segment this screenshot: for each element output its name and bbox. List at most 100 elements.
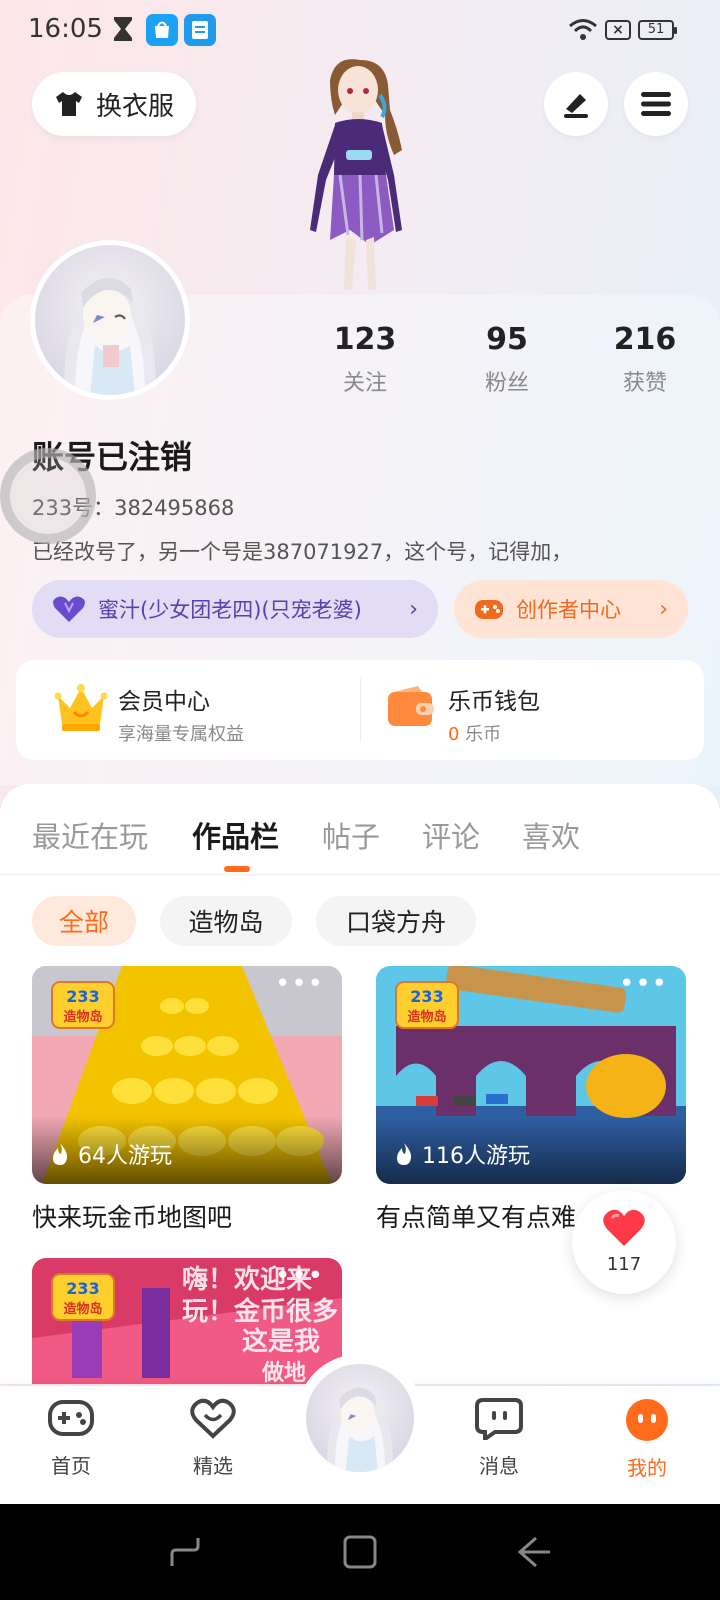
nav-messages-label: 消息 (479, 1454, 519, 1478)
stat-likes-value: 216 (613, 322, 677, 357)
menu-button[interactable] (624, 72, 688, 136)
member-center-title: 会员中心 (118, 689, 210, 715)
work-thumbnail[interactable]: 233 造物岛 ••• 116人游玩 (376, 966, 686, 1184)
chip-all[interactable]: 全部 (32, 896, 136, 946)
flame-icon (397, 1143, 412, 1165)
badge-line2: 造物岛 (407, 1009, 446, 1025)
work-title: 快来玩金币地图吧 (32, 1203, 233, 1232)
stat-likes[interactable]: 216 获赞 (590, 322, 700, 397)
chevron-right-icon: › (409, 596, 418, 622)
group-pill-label: 蜜汁(少女团老四)(只宠老婆) (98, 598, 362, 622)
heart-outline-icon (190, 1398, 236, 1439)
home-system-icon[interactable] (342, 1534, 378, 1570)
stat-following[interactable]: 123 关注 (310, 322, 420, 397)
like-button[interactable]: 117 (572, 1190, 676, 1294)
tab-recent[interactable]: 最近在玩 (32, 814, 148, 856)
wallet-title: 乐币钱包 (448, 689, 540, 715)
stat-following-value: 123 (333, 322, 397, 357)
like-count: 117 (606, 1254, 642, 1275)
gamepad-icon (48, 1400, 94, 1436)
chip-creation-island[interactable]: 造物岛 (160, 896, 292, 946)
status-bar: 16:05 × 51 (0, 0, 720, 60)
avatar-illustration (327, 1387, 393, 1472)
recent-apps-icon[interactable] (168, 1534, 204, 1570)
back-icon[interactable] (516, 1534, 552, 1570)
work-card[interactable]: 233 造物岛 ••• 64人游玩 快来玩金币地图吧 (32, 966, 342, 1234)
badge-line1: 233 (66, 987, 99, 1006)
badge-line1: 233 (66, 1279, 99, 1298)
tab-comments[interactable]: 评论 (422, 814, 480, 856)
work-thumbnail[interactable]: 嗨！欢迎来 玩！金币很多 这是我 做地 233 造物岛 ••• (32, 1258, 342, 1384)
creator-center-button[interactable]: 创作者中心 › (454, 580, 688, 638)
change-outfit-label: 换衣服 (96, 91, 175, 122)
avatar-character[interactable] (290, 55, 430, 295)
divider (360, 678, 361, 742)
wallet-amount: 0 (448, 724, 460, 745)
play-count-text: 64人游玩 (78, 1144, 172, 1169)
tab-likes[interactable]: 喜欢 (522, 814, 580, 856)
membership-card: 会员中心 享海量专属权益 乐币钱包 0 乐币 (16, 660, 704, 760)
heart-icon (53, 596, 85, 622)
hamburger-icon (641, 92, 671, 116)
stat-followers-label: 粉丝 (484, 371, 529, 396)
nav-me[interactable]: 我的 (592, 1398, 702, 1481)
nav-featured[interactable]: 精选 (158, 1398, 268, 1479)
member-center-subtitle: 享海量专属权益 (118, 724, 244, 745)
nav-home-label: 首页 (51, 1454, 91, 1478)
change-outfit-button[interactable]: 换衣服 (32, 72, 196, 136)
creation-island-badge: 233 造物岛 (394, 980, 460, 1030)
play-count-text: 116人游玩 (422, 1144, 530, 1169)
status-time: 16:05 (28, 14, 103, 44)
more-options-icon[interactable]: ••• (619, 971, 668, 997)
nav-home[interactable]: 首页 (16, 1398, 126, 1479)
stat-followers[interactable]: 95 粉丝 (452, 322, 562, 397)
more-options-icon[interactable]: ••• (275, 971, 324, 997)
chat-icon (475, 1398, 523, 1443)
creator-center-label: 创作者中心 (516, 598, 621, 622)
stat-followers-value: 95 (486, 322, 528, 357)
play-count: 64人游玩 (50, 1138, 172, 1170)
more-options-icon[interactable]: ••• (275, 1263, 324, 1289)
touch-indicator (0, 448, 96, 544)
play-count: 116人游玩 (394, 1138, 530, 1170)
chevron-right-icon: › (659, 596, 668, 622)
tab-indicator (224, 866, 250, 872)
wallet-unit: 乐币 (459, 724, 502, 745)
stat-likes-label: 获赞 (622, 371, 667, 396)
flame-icon (53, 1143, 68, 1165)
badge-line2: 造物岛 (63, 1301, 102, 1317)
store-app-icon (146, 14, 178, 46)
nav-center-avatar[interactable] (306, 1364, 414, 1472)
wifi-icon (569, 19, 597, 40)
creation-island-badge: 233 造物岛 (50, 980, 116, 1030)
battery-icon: 51 (638, 20, 677, 40)
nav-me-label: 我的 (627, 1456, 667, 1480)
profile-avatar[interactable] (30, 240, 190, 400)
shirt-icon (56, 92, 82, 116)
account-id-value: 382495868 (114, 496, 235, 520)
stat-following-label: 关注 (342, 371, 387, 396)
tab-works[interactable]: 作品栏 (192, 814, 279, 856)
work-card[interactable]: 嗨！欢迎来 玩！金币很多 这是我 做地 233 造物岛 ••• (32, 1258, 342, 1384)
wallet-icon (388, 686, 434, 726)
work-thumbnail[interactable]: 233 造物岛 ••• 64人游玩 (32, 966, 342, 1184)
works-section: 最近在玩 作品栏 帖子 评论 喜欢 全部 造物岛 口袋方舟 233 造物岛 ••… (0, 784, 720, 1384)
badge-line2: 造物岛 (63, 1009, 102, 1025)
avatar-illustration (64, 277, 156, 395)
heart-icon (603, 1209, 645, 1246)
nav-featured-label: 精选 (193, 1454, 233, 1478)
thumb-text-3: 这是我 (242, 1326, 320, 1357)
edit-button[interactable] (544, 72, 608, 136)
chip-pocket-ark[interactable]: 口袋方舟 (316, 896, 476, 946)
tab-posts[interactable]: 帖子 (322, 814, 380, 856)
system-navigation-bar (0, 1504, 720, 1600)
notes-app-icon (184, 14, 216, 46)
thumb-text-2: 玩！金币很多 (182, 1296, 338, 1327)
gamepad-icon (475, 600, 503, 619)
badge-line1: 233 (410, 987, 443, 1006)
group-pill-button[interactable]: 蜜汁(少女团老四)(只宠老婆) › (32, 580, 438, 638)
nav-messages[interactable]: 消息 (444, 1398, 554, 1479)
pen-icon (564, 94, 588, 118)
creation-island-badge: 233 造物岛 (50, 1272, 116, 1322)
bio-text: 已经改号了，另一个号是387071927，这个号，记得加， (32, 540, 573, 564)
